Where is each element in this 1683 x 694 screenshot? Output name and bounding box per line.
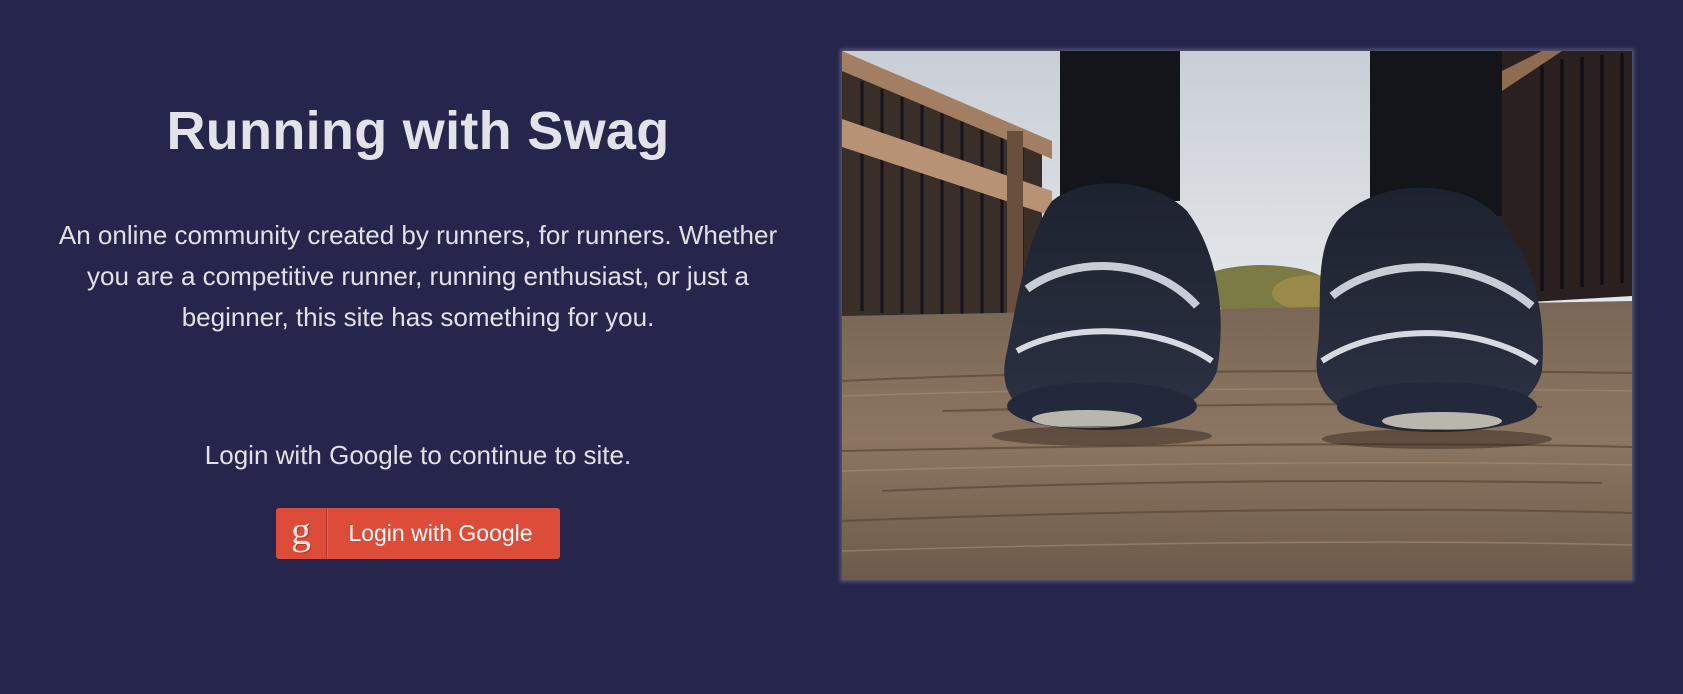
google-login-label: Login with Google (348, 520, 533, 546)
page-title: Running with Swag (166, 101, 670, 161)
running-shoes-photo (842, 51, 1632, 580)
google-login-button[interactable]: g Login with Google (276, 508, 560, 559)
site-description: An online community created by runners, … (58, 220, 778, 332)
login-prompt: Login with Google to continue to site. (204, 440, 632, 470)
google-icon: g (276, 508, 327, 559)
